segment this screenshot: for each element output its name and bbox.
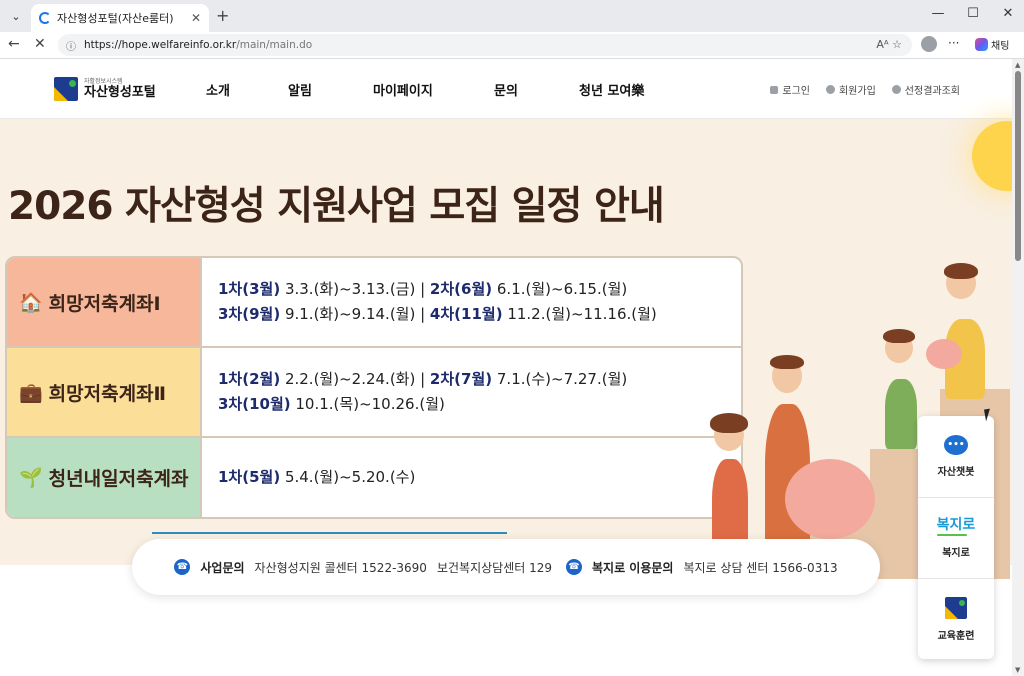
tab-close-icon[interactable]: ✕: [191, 11, 201, 25]
main-nav: 소개 알림 마이페이지 문의 청년 모여樂: [206, 80, 644, 99]
schedule-row: 💼 희망저축계좌Ⅱ 1차(2월) 2.2.(월)~2.24.(화) | 2차(7월…: [7, 348, 741, 438]
round-dates: 6.1.(월)~6.15.(월): [492, 280, 628, 298]
house-icon: 🏠: [19, 291, 43, 314]
logo-mark-icon: [54, 77, 78, 101]
round-dates: 9.1.(화)~9.14.(월) |: [280, 305, 430, 323]
address-bar-row: ← ✕ ⓘ https://hope.welfareinfo.or.kr/mai…: [0, 32, 1024, 59]
user-icon: [825, 85, 835, 94]
nav-notice[interactable]: 알림: [288, 80, 373, 99]
url-bar[interactable]: ⓘ https://hope.welfareinfo.or.kr/main/ma…: [58, 34, 912, 56]
program-label: 희망저축계좌Ⅱ: [48, 382, 167, 405]
round-dates: 5.4.(월)~5.20.(수): [280, 468, 416, 486]
round-dates: 11.2.(월)~11.16.(월): [502, 305, 657, 323]
url-path: /main/main.do: [236, 39, 313, 51]
phone-icon: ☎: [566, 559, 582, 575]
sprout-icon: 🌱: [19, 467, 43, 489]
chat-label: 채팅: [991, 41, 1010, 52]
tab-list-chevron-icon[interactable]: ⌄: [6, 6, 26, 26]
nav-youth[interactable]: 청년 모여樂: [579, 80, 644, 99]
window-close-icon[interactable]: ✕: [998, 6, 1018, 21]
round-dates: 3.3.(화)~3.13.(금) |: [280, 280, 430, 298]
scroll-down-icon[interactable]: ▼: [1015, 666, 1020, 674]
browser-tab-strip: ⌄ 자산형성포털(자산e룸터) ✕ + — ☐ ✕: [0, 0, 1024, 32]
logo-subtitle: 자활정보시스템: [84, 78, 123, 85]
more-menu-icon[interactable]: ···: [948, 36, 959, 50]
bokjiro-inquiry-label: 복지로 이용문의: [592, 560, 674, 575]
slide-progress-bar: [152, 532, 507, 534]
join-link[interactable]: 회원가입: [825, 82, 876, 97]
join-label: 회원가입: [838, 86, 876, 97]
quick-chatbot-button[interactable]: ••• 자산챗봇: [918, 416, 994, 497]
site-info-icon[interactable]: ⓘ: [66, 38, 76, 53]
logo-title: 자산형성포털: [84, 85, 156, 100]
maximize-icon[interactable]: ☐: [963, 6, 983, 21]
bokjiro-logo-icon: 복지로: [936, 518, 975, 536]
chat-bubble-icon: •••: [944, 435, 968, 455]
schedule-row: 🏠 희망저축계좌Ⅰ 1차(3월) 3.3.(화)~3.13.(금) | 2차(6월…: [7, 258, 741, 348]
round-dates: 10.1.(목)~10.26.(월): [290, 395, 445, 413]
copilot-icon: [975, 38, 988, 51]
quick-training-button[interactable]: 교육훈련: [918, 578, 994, 659]
loading-spinner-icon: [39, 12, 51, 24]
round-label: 1차(3월): [218, 280, 281, 298]
schedule-table: 🏠 희망저축계좌Ⅰ 1차(3월) 3.3.(화)~3.13.(금) | 2차(6월…: [5, 256, 743, 519]
chatbot-label: 자산챗봇: [937, 467, 975, 478]
page-scrollbar[interactable]: ▲ ▼: [1012, 59, 1024, 676]
round-label: 1차(2월): [218, 370, 281, 388]
round-label: 2차(6월): [429, 280, 493, 298]
round-label: 3차(10월): [218, 395, 291, 413]
nav-inquiry[interactable]: 문의: [494, 80, 579, 99]
nav-intro[interactable]: 소개: [206, 80, 288, 99]
web-page: 자활정보시스템 자산형성포털 소개 알림 마이페이지 문의 청년 모여樂 로그인…: [0, 59, 1012, 676]
round-label: 4차(11월): [429, 305, 503, 323]
bokjiro-inquiry-number: 복지로 상담 센터 1566-0313: [683, 560, 838, 575]
site-header: 자활정보시스템 자산형성포털 소개 알림 마이페이지 문의 청년 모여樂 로그인…: [0, 59, 1012, 119]
phone-icon: ☎: [174, 559, 191, 575]
back-arrow-icon[interactable]: ←: [8, 36, 20, 52]
program-label: 희망저축계좌Ⅰ: [48, 292, 161, 315]
user-check-icon: [891, 85, 901, 94]
nav-mypage[interactable]: 마이페이지: [373, 80, 494, 99]
sun-illustration: [972, 121, 1012, 191]
round-dates: 2.2.(월)~2.24.(화) |: [280, 370, 430, 388]
business-inquiry-number: 자산형성지원 콜센터 1522-3690: [254, 560, 427, 575]
profile-avatar-icon[interactable]: [921, 36, 937, 52]
round-label: 3차(9월): [218, 305, 281, 323]
scrollbar-thumb[interactable]: [1015, 71, 1021, 261]
minimize-icon[interactable]: —: [928, 6, 948, 21]
program-label: 청년내일저축계좌: [48, 468, 189, 490]
site-logo[interactable]: 자활정보시스템 자산형성포털: [54, 77, 156, 101]
copilot-chat-button[interactable]: 채팅: [975, 37, 1009, 52]
schedule-row: 🌱 청년내일저축계좌 1차(5월) 5.4.(월)~5.20.(수): [7, 438, 741, 517]
main-banner-slide[interactable]: 2026 자산형성 지원사업 모집 일정 안내 🏠 희망저축계좌Ⅰ 1차(3월) …: [0, 119, 1012, 579]
round-label: 1차(5월): [218, 468, 281, 486]
bokjiro-label: 복지로: [942, 547, 970, 559]
scroll-up-icon[interactable]: ▲: [1015, 61, 1020, 69]
result-label: 선정결과조회: [904, 86, 960, 97]
round-label: 2차(7월): [429, 370, 493, 388]
round-dates: 7.1.(수)~7.27.(월): [492, 370, 628, 388]
tab-title: 자산형성포털(자산e룸터): [57, 12, 174, 25]
browser-tab-active[interactable]: 자산형성포털(자산e룸터) ✕: [31, 4, 209, 32]
portal-logo-icon: [945, 596, 967, 619]
quick-menu: ••• 자산챗봇 복지로 복지로 교육훈련: [918, 416, 994, 659]
url-host: https://hope.welfareinfo.or.kr: [84, 39, 237, 51]
business-inquiry-label: 사업문의: [200, 560, 245, 575]
login-link[interactable]: 로그인: [770, 82, 810, 97]
banner-headline: 2026 자산형성 지원사업 모집 일정 안내: [8, 184, 665, 229]
login-label: 로그인: [782, 86, 810, 97]
briefcase-icon: 💼: [19, 381, 43, 404]
stop-loading-icon[interactable]: ✕: [34, 36, 46, 52]
contact-info-bar: ☎ 사업문의 자산형성지원 콜센터 1522-3690 보건복지상담센터 129…: [132, 539, 880, 595]
new-tab-plus-icon[interactable]: +: [216, 6, 229, 25]
lock-icon: [770, 85, 779, 94]
result-link[interactable]: 선정결과조회: [891, 82, 960, 97]
quick-bokjiro-button[interactable]: 복지로 복지로: [918, 497, 994, 578]
utility-links: 로그인 회원가입 선정결과조회: [770, 82, 960, 97]
welfare-center-number: 보건복지상담센터 129: [436, 560, 552, 575]
training-label: 교육훈련: [937, 630, 975, 642]
read-aloud-favorite-icons[interactable]: Aᴬ ☆: [876, 38, 902, 51]
